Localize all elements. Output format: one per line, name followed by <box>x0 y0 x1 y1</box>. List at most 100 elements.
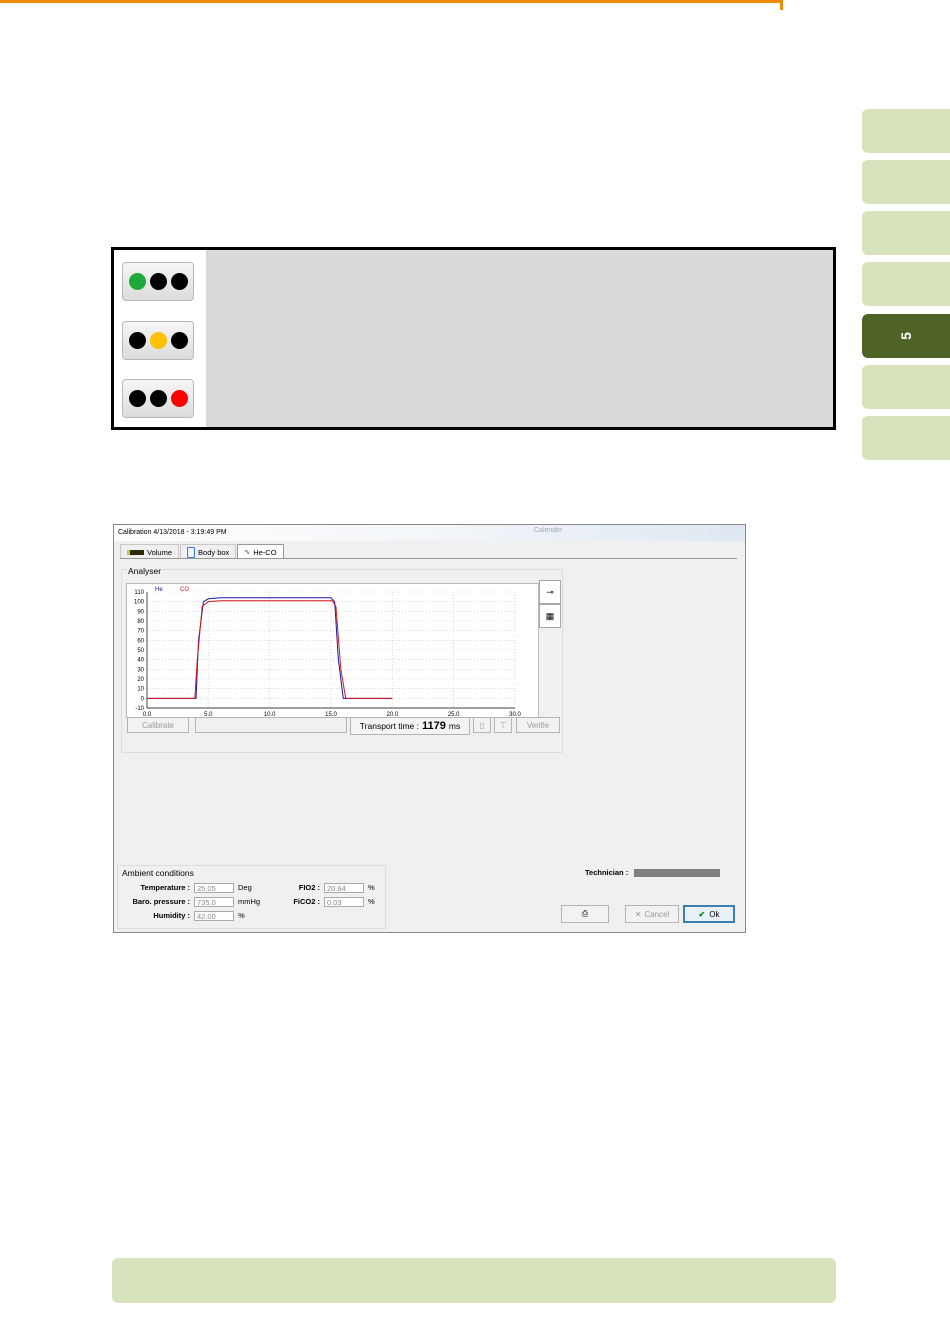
humidity-row: Humidity : 42.00 % <box>120 910 245 921</box>
fio2-label: FIO2 : <box>298 883 320 892</box>
battery-icon <box>127 549 144 555</box>
transport-time-display: Transport time : 1179 ms <box>350 717 470 735</box>
y-tick-label: 30 <box>137 667 144 673</box>
technician-value-bar[interactable] <box>634 868 721 877</box>
transport-time-value: 1179 <box>421 720 446 732</box>
ok-label: Ok <box>709 909 720 919</box>
chart-icon: ▦ <box>545 610 555 621</box>
print-button[interactable]: ⎙ <box>561 905 609 923</box>
humidity-unit: % <box>238 911 245 920</box>
status-legend-table <box>111 247 836 430</box>
valve-icon: ⊤ <box>499 720 507 730</box>
ambient-conditions-group: Ambient conditions Temperature : 25.05 D… <box>117 865 386 929</box>
cancel-icon: ✕ <box>634 909 642 919</box>
calibrate-button[interactable]: Calibrate <box>127 717 189 733</box>
progress-field <box>195 717 347 733</box>
off-light-icon <box>128 390 146 407</box>
cancel-label: Cancel <box>644 909 670 919</box>
calibrate-label: Calibrate <box>141 720 174 730</box>
yellow-light-icon <box>149 332 167 349</box>
fio2-row: FIO2 : 20.94 % <box>278 882 375 893</box>
y-tick-label: 60 <box>137 638 144 644</box>
technician-label: Technician : <box>585 868 629 877</box>
off-light-icon <box>149 390 167 407</box>
gas-bottle-icon: ▯ <box>479 720 485 730</box>
legend-entry: He <box>155 587 163 593</box>
analyser-label: Analyser <box>127 566 163 576</box>
y-tick-label: 20 <box>137 677 144 683</box>
temperature-label: Temperature : <box>140 883 190 892</box>
off-light-icon <box>170 273 188 290</box>
dialog-tabs: Volume Body box ∿ He-CO <box>120 544 285 559</box>
verify-label: Verifie <box>526 720 550 730</box>
baro-pressure-label: Baro. pressure : <box>132 897 190 906</box>
cancel-button[interactable]: ✕ Cancel <box>625 905 679 923</box>
tab-body-box[interactable]: Body box <box>180 544 237 559</box>
y-tick-label: 70 <box>137 629 144 635</box>
chapter-tab-5-label: 5 <box>897 332 914 340</box>
fico2-label: FiCO2 : <box>293 897 320 906</box>
fio2-unit: % <box>368 883 375 892</box>
footer-bar <box>112 1258 836 1303</box>
humidity-field[interactable]: 42.00 <box>194 910 234 921</box>
chapter-tab-3[interactable] <box>862 211 950 255</box>
checkmark-icon: ✔ <box>698 909 706 919</box>
technician-field: Technician : <box>585 868 721 877</box>
analyser-chart-svg: -1001020304050607080901001100.0 5.0 10.0 15… <box>134 587 522 717</box>
red-light-icon <box>170 390 188 407</box>
y-tick-label: 90 <box>137 609 144 615</box>
y-tick-label: 50 <box>137 648 144 654</box>
baro-pressure-row: Baro. pressure : 735.0 mmHg <box>120 896 260 907</box>
chapter-tab-4[interactable] <box>862 262 950 306</box>
temperature-field[interactable]: 25.05 <box>194 882 234 893</box>
chart-view-button[interactable]: ▦ <box>539 604 561 628</box>
status-light-green <box>122 262 194 301</box>
status-light-red <box>122 379 194 418</box>
y-tick-label: 80 <box>137 619 144 625</box>
green-light-icon <box>128 273 146 290</box>
dialog-title: Calibration 4/13/2018 - 3:19:49 PM <box>118 529 227 536</box>
tab-he-co-label: He-CO <box>253 547 277 557</box>
fico2-field[interactable]: 0.03 <box>324 896 364 907</box>
fico2-row: FiCO2 : 0.03 % <box>278 896 375 907</box>
off-light-icon <box>149 273 167 290</box>
settings-view-button[interactable]: ⊸ <box>539 580 561 604</box>
top-accent-rule <box>0 0 950 10</box>
transport-time-unit: ms <box>448 721 461 731</box>
humidity-label: Humidity : <box>153 911 190 920</box>
chapter-tab-1[interactable] <box>862 109 950 153</box>
tab-volume[interactable]: Volume <box>120 544 180 559</box>
off-light-icon <box>170 332 188 349</box>
tab-body-box-label: Body box <box>198 547 230 557</box>
sensor-icon: ⊸ <box>546 586 554 597</box>
tab-volume-label: Volume <box>147 547 173 557</box>
off-light-icon <box>128 332 146 349</box>
y-tick-label: 10 <box>137 687 144 693</box>
y-tick-label: 100 <box>134 600 145 606</box>
y-tick-label: 40 <box>137 658 144 664</box>
body-box-icon <box>187 546 196 558</box>
y-tick-label: 0 <box>141 696 145 702</box>
gas-bottle-button[interactable]: ▯ <box>473 717 491 733</box>
fio2-field[interactable]: 20.94 <box>324 882 364 893</box>
chapter-tab-6[interactable] <box>862 365 950 409</box>
chapter-tab-5[interactable]: 5 <box>862 314 950 358</box>
temperature-unit: Deg <box>238 883 252 892</box>
verify-button[interactable]: Verifie <box>516 717 560 733</box>
transport-time-label: Transport time : <box>359 721 419 731</box>
analyser-chart: -10 0 10 20 30 40 50 60 70 80 90 100 110 0.0 5.0 10.0 15… <box>126 583 539 718</box>
legend-entry: CO <box>180 587 189 593</box>
chapter-tab-7[interactable] <box>862 416 950 460</box>
tab-he-co[interactable]: ∿ He-CO <box>237 544 284 559</box>
dialog-titlebar[interactable]: Calibration 4/13/2018 - 3:19:49 PM Calen… <box>114 525 745 541</box>
wave-icon: ∿ <box>244 549 251 556</box>
temperature-row: Temperature : 25.05 Deg <box>120 882 252 893</box>
calibration-dialog: Calibration 4/13/2018 - 3:19:49 PM Calen… <box>113 524 746 933</box>
background-window-title: Calender <box>534 527 563 534</box>
chapter-tab-2[interactable] <box>862 160 950 204</box>
he-co-panel: Analyser -10 0 10 20 30 40 50 60 70 80 90 100 110 0.0… <box>120 558 737 890</box>
series-line-he <box>147 597 393 699</box>
valve-button[interactable]: ⊤ <box>494 717 512 733</box>
baro-pressure-field[interactable]: 735.0 <box>194 896 234 907</box>
ok-button[interactable]: ✔ Ok <box>683 905 735 923</box>
